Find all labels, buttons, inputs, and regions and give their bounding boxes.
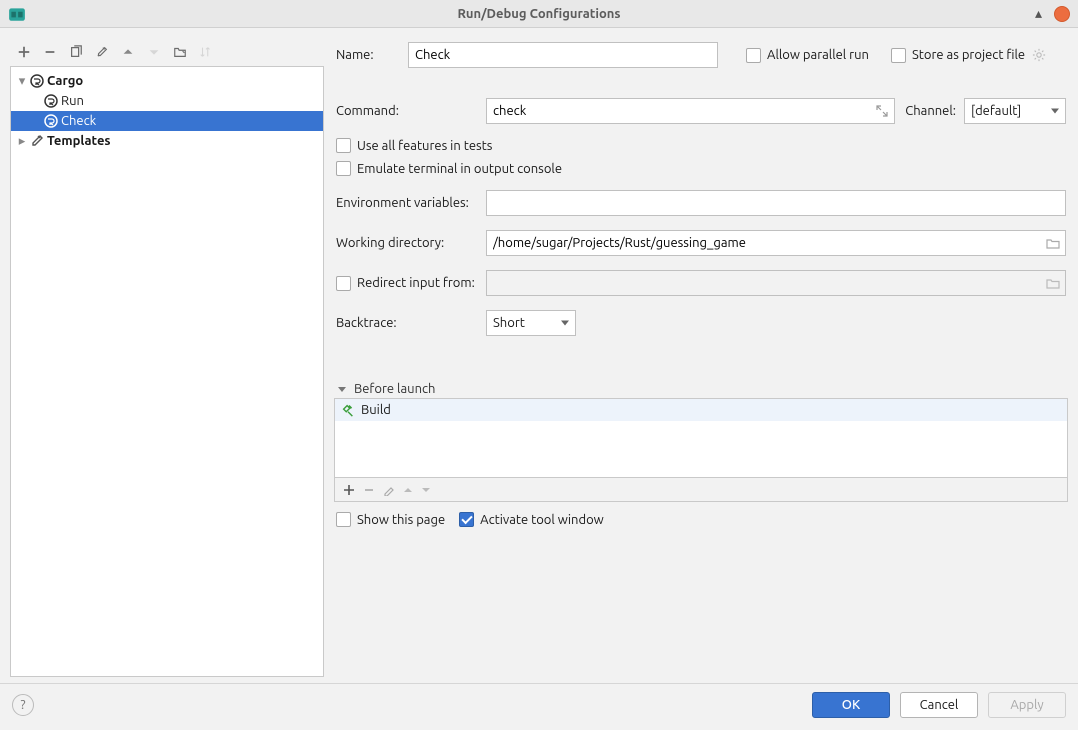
store-project-label: Store as project file xyxy=(912,48,1025,62)
config-toolbar xyxy=(10,38,324,66)
env-vars-input[interactable] xyxy=(486,190,1066,216)
chevron-down-icon xyxy=(561,321,569,326)
channel-label: Channel: xyxy=(905,104,956,118)
add-config-button[interactable] xyxy=(14,42,34,62)
checkbox-icon xyxy=(336,512,351,527)
allow-parallel-label: Allow parallel run xyxy=(767,48,869,62)
config-tree[interactable]: ▾ Cargo Run Check ▸ Templates xyxy=(10,66,324,677)
ok-button[interactable]: OK xyxy=(812,692,890,718)
build-label: Build xyxy=(361,403,391,417)
titlebar-caret-up-icon[interactable]: ▴ xyxy=(1035,5,1042,22)
checkbox-icon xyxy=(459,512,474,527)
rust-icon xyxy=(43,113,59,129)
tree-label-check: Check xyxy=(61,114,96,128)
window-close-button[interactable] xyxy=(1054,6,1070,22)
app-icon xyxy=(8,5,26,23)
chevron-down-icon xyxy=(1051,109,1059,114)
channel-select[interactable]: [default] xyxy=(964,98,1066,124)
move-task-down-button[interactable] xyxy=(421,485,431,495)
checkbox-icon xyxy=(336,161,351,176)
before-launch-header[interactable]: Before launch xyxy=(334,382,1068,396)
backtrace-select[interactable]: Short xyxy=(486,310,576,336)
activate-tool-checkbox[interactable]: Activate tool window xyxy=(459,512,604,527)
allow-parallel-checkbox[interactable]: Allow parallel run xyxy=(746,48,869,63)
apply-button: Apply xyxy=(988,692,1066,718)
chevron-right-icon[interactable]: ▸ xyxy=(15,134,29,149)
working-dir-input[interactable] xyxy=(486,230,1066,256)
help-button[interactable]: ? xyxy=(12,694,34,716)
tree-label-run: Run xyxy=(61,94,84,108)
before-launch-list[interactable]: Build xyxy=(334,398,1068,478)
form-panel: Name: Allow parallel run Store as projec… xyxy=(334,38,1068,677)
command-input[interactable] xyxy=(486,98,895,124)
checkbox-icon xyxy=(746,48,761,63)
edit-task-button[interactable] xyxy=(383,484,395,496)
tree-node-check[interactable]: Check xyxy=(11,111,323,131)
gear-icon[interactable] xyxy=(1029,45,1049,65)
checkbox-icon xyxy=(336,276,351,291)
window-title: Run/Debug Configurations xyxy=(457,7,620,21)
emulate-terminal-label: Emulate terminal in output console xyxy=(357,162,562,176)
name-input[interactable] xyxy=(408,42,718,68)
working-dir-label: Working directory: xyxy=(336,236,486,250)
folder-button[interactable] xyxy=(170,42,190,62)
use-all-features-checkbox[interactable]: Use all features in tests xyxy=(336,138,492,153)
move-task-up-button[interactable] xyxy=(403,485,413,495)
command-label: Command: xyxy=(336,104,486,118)
remove-config-button[interactable] xyxy=(40,42,60,62)
hammer-icon xyxy=(341,403,355,417)
emulate-terminal-checkbox[interactable]: Emulate terminal in output console xyxy=(336,161,562,176)
tree-node-cargo[interactable]: ▾ Cargo xyxy=(11,71,323,91)
backtrace-label: Backtrace: xyxy=(336,316,486,330)
backtrace-value: Short xyxy=(493,316,525,330)
remove-task-button[interactable] xyxy=(363,484,375,496)
cancel-button[interactable]: Cancel xyxy=(900,692,978,718)
before-launch-label: Before launch xyxy=(354,382,435,396)
configurations-panel: ▾ Cargo Run Check ▸ Templates xyxy=(10,38,324,677)
sort-button[interactable] xyxy=(196,42,216,62)
tree-node-run[interactable]: Run xyxy=(11,91,323,111)
move-down-button[interactable] xyxy=(144,42,164,62)
list-item[interactable]: Build xyxy=(335,399,1067,421)
show-page-label: Show this page xyxy=(357,513,445,527)
redirect-input-checkbox[interactable]: Redirect input from: xyxy=(336,276,486,291)
edit-templates-button[interactable] xyxy=(92,42,112,62)
titlebar: Run/Debug Configurations ▴ xyxy=(0,0,1078,28)
rust-icon xyxy=(43,93,59,109)
dialog-footer: ? OK Cancel Apply xyxy=(0,683,1078,730)
channel-value: [default] xyxy=(971,104,1021,118)
add-task-button[interactable] xyxy=(343,484,355,496)
redirect-input-field xyxy=(486,270,1066,296)
tree-node-templates[interactable]: ▸ Templates xyxy=(11,131,323,151)
name-label: Name: xyxy=(336,48,394,62)
tree-label-cargo: Cargo xyxy=(47,74,83,88)
checkbox-icon xyxy=(336,138,351,153)
before-launch-toolbar xyxy=(334,478,1068,502)
chevron-down-icon xyxy=(338,387,346,392)
checkbox-icon xyxy=(891,48,906,63)
store-project-checkbox[interactable]: Store as project file xyxy=(891,48,1025,63)
chevron-down-icon[interactable]: ▾ xyxy=(15,74,29,89)
move-up-button[interactable] xyxy=(118,42,138,62)
activate-tool-label: Activate tool window xyxy=(480,513,604,527)
show-page-checkbox[interactable]: Show this page xyxy=(336,512,445,527)
rust-icon xyxy=(29,73,45,89)
copy-config-button[interactable] xyxy=(66,42,86,62)
redirect-input-label: Redirect input from: xyxy=(357,276,475,290)
tree-label-templates: Templates xyxy=(47,134,111,148)
use-all-features-label: Use all features in tests xyxy=(357,139,492,153)
env-vars-label: Environment variables: xyxy=(336,196,486,210)
wrench-icon xyxy=(29,133,45,149)
